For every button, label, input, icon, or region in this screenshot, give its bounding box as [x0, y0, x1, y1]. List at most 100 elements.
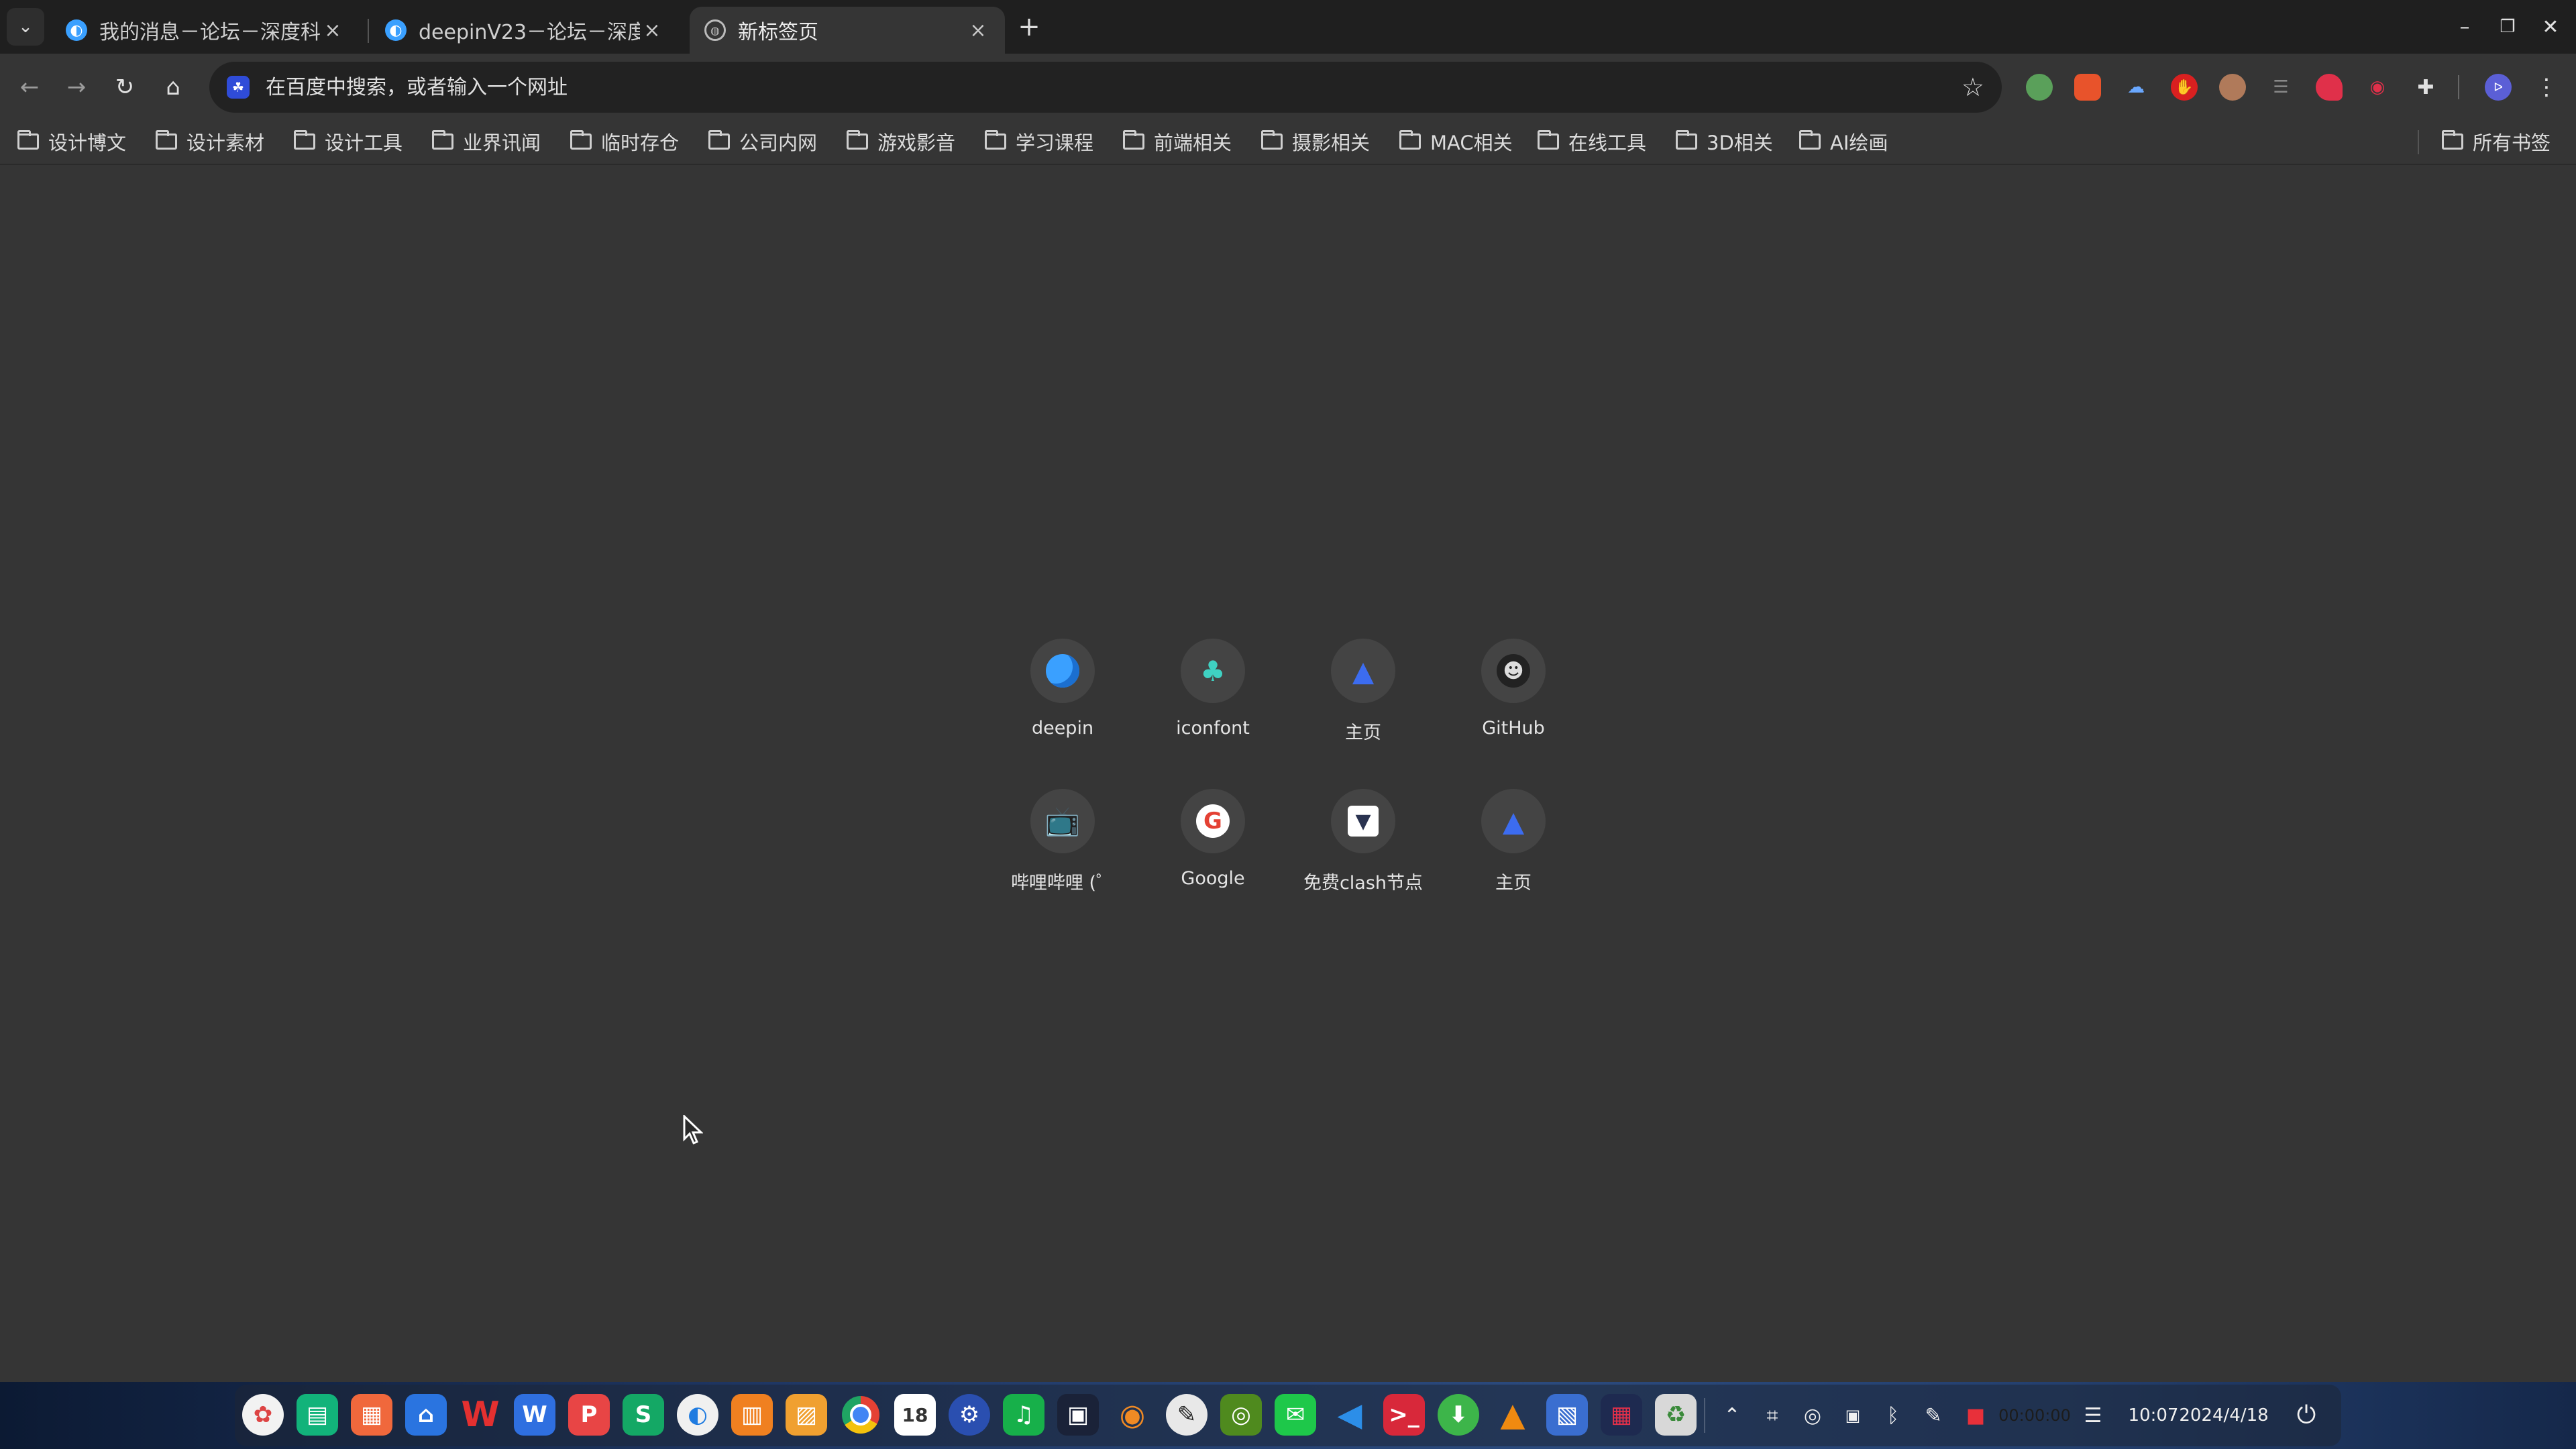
trash-icon[interactable]: ♻ [1655, 1394, 1697, 1436]
extension-cloud-icon[interactable]: ☁ [2123, 74, 2149, 101]
puzzle-icon[interactable]: ✚ [2412, 74, 2439, 101]
extension-green-icon[interactable] [2026, 74, 2053, 101]
shortcut-tile[interactable]: ☻ GitHub [1440, 639, 1587, 780]
nvidia-icon[interactable]: ◎ [1220, 1394, 1262, 1436]
iconfont-icon: ♣ [1181, 639, 1245, 703]
clock-time[interactable]: 10:07 [2127, 1397, 2180, 1434]
home-button[interactable]: ⌂ [154, 68, 192, 106]
app-store-icon[interactable]: ▦ [351, 1394, 392, 1436]
bookmarks-bar: 设计博文 设计素材 设计工具 业界讯闻 临时存仓 公司内网 游戏影音 学习课程 … [0, 121, 2576, 165]
extension-orange-icon[interactable] [2074, 74, 2101, 101]
vlc-icon[interactable]: ▲ [1492, 1394, 1534, 1436]
word-icon[interactable]: W [514, 1394, 555, 1436]
bookmark-folder[interactable]: 3D相关 [1676, 125, 1773, 158]
terminal-icon[interactable]: >_ [1383, 1394, 1425, 1436]
pdf-icon[interactable]: P [568, 1394, 610, 1436]
tab-deepin-v23[interactable]: ◐ deepinV23－论坛－深度 × [370, 7, 679, 54]
vscode-icon[interactable]: ◀ [1329, 1394, 1371, 1436]
extension-cat-icon[interactable]: ◉ [2364, 74, 2391, 101]
bookmark-folder[interactable]: 设计博文 [17, 125, 126, 158]
archive-icon[interactable]: ▥ [731, 1394, 773, 1436]
launcher-icon[interactable]: ✿ [242, 1394, 284, 1436]
blender-icon[interactable]: ◉ [1112, 1394, 1153, 1436]
screenshot-icon[interactable]: ▧ [1546, 1394, 1588, 1436]
reload-button[interactable]: ↻ [106, 68, 144, 106]
clock-date[interactable]: 2024/4/18 [2179, 1397, 2268, 1434]
shortcut-tile[interactable]: deepin [989, 639, 1136, 780]
bookmark-star-icon[interactable]: ☆ [1962, 72, 1984, 102]
wps-icon[interactable]: W [460, 1394, 501, 1436]
bookmark-folder[interactable]: AI绘画 [1799, 125, 1888, 158]
folder-icon [294, 130, 315, 150]
tab-my-messages[interactable]: ◐ 我的消息－论坛－深度科 × [51, 7, 360, 54]
tab-new-tab[interactable]: ◍ 新标签页 × [690, 7, 1005, 54]
pen-icon[interactable]: ✎ [1919, 1397, 1948, 1434]
gpu-icon[interactable]: ▣ [1838, 1397, 1868, 1434]
bookmark-folder[interactable]: 临时存仓 [570, 125, 679, 158]
tab-search-dropdown-button[interactable]: ⌄ [7, 8, 44, 46]
image-viewer-icon[interactable]: ▨ [786, 1394, 827, 1436]
browser-icon[interactable]: ◐ [677, 1394, 718, 1436]
close-icon[interactable]: × [321, 19, 345, 42]
bookmark-folder[interactable]: 公司内网 [708, 125, 817, 158]
bluetooth-icon[interactable]: ᛒ [1878, 1397, 1908, 1434]
inkscape-icon[interactable]: ✎ [1166, 1394, 1208, 1436]
multitask-icon[interactable]: ▦ [1601, 1394, 1642, 1436]
bookmark-folder[interactable]: 业界讯闻 [432, 125, 541, 158]
maximize-button[interactable]: ❐ [2487, 12, 2528, 42]
all-bookmarks-button[interactable]: 所有书签 [2442, 125, 2551, 158]
shortcut-tile[interactable]: G Google [1139, 789, 1287, 930]
bookmark-folder[interactable]: MAC相关 [1399, 125, 1513, 158]
bookmark-folder[interactable]: 游戏影音 [847, 125, 955, 158]
shortcut-tile[interactable]: ▼ 免费clash节点 [1289, 789, 1437, 930]
bookmark-folder[interactable]: 设计工具 [294, 125, 402, 158]
bookmark-folder[interactable]: 在线工具 [1538, 125, 1646, 158]
calendar-icon[interactable]: 18 [894, 1394, 936, 1436]
chevron-up-icon[interactable]: ⌃ [1717, 1397, 1747, 1434]
profile-avatar[interactable]: ᐅ [2485, 74, 2512, 101]
screen-record-icon[interactable]: ■ [1959, 1397, 1992, 1434]
wechat-icon[interactable]: ✉ [1275, 1394, 1316, 1436]
forward-button[interactable]: → [58, 68, 95, 106]
shortcut-tile[interactable]: 📺 哔哩哔哩 (゜ [989, 789, 1136, 930]
close-window-button[interactable]: ✕ [2530, 12, 2571, 42]
control-center-icon[interactable]: ☰ [2078, 1397, 2108, 1434]
download-icon[interactable]: ⬇ [1438, 1394, 1479, 1436]
file-manager-icon[interactable]: ▤ [297, 1394, 338, 1436]
bookmark-folder[interactable]: 前端相关 [1123, 125, 1232, 158]
music-icon[interactable]: ♫ [1003, 1394, 1044, 1436]
extension-rss-icon[interactable]: ☰ [2267, 74, 2294, 101]
shortcut-tile[interactable]: ▲ 主页 [1440, 789, 1587, 930]
deepin-icon: ◐ [385, 19, 407, 41]
extension-pocket-icon[interactable] [2316, 74, 2343, 101]
shortcut-tile[interactable]: ▲ 主页 [1289, 639, 1437, 780]
new-tab-button[interactable]: + [1010, 8, 1048, 46]
keyboard-icon[interactable]: ⌗ [1758, 1397, 1787, 1434]
store-icon[interactable]: ⌂ [405, 1394, 447, 1436]
shortcut-label: 主页 [1345, 722, 1381, 743]
folder-icon [847, 130, 868, 150]
bookmark-folder[interactable]: 摄影相关 [1261, 125, 1370, 158]
folder-icon [1123, 130, 1144, 150]
power-icon[interactable]: ⏻ [2288, 1397, 2325, 1434]
menu-icon[interactable]: ⋮ [2533, 74, 2560, 101]
bookmark-folder[interactable]: 学习课程 [985, 125, 1093, 158]
baidu-icon: ☘ [227, 76, 250, 99]
globe-icon: ◍ [704, 19, 726, 41]
address-input[interactable] [264, 74, 1962, 100]
settings-icon[interactable]: ⚙ [949, 1394, 990, 1436]
bookmark-folder[interactable]: 设计素材 [156, 125, 264, 158]
extension-adblock-icon[interactable]: ✋ [2171, 74, 2198, 101]
close-icon[interactable]: × [966, 19, 990, 42]
omnibox[interactable]: ☘ ☆ [209, 62, 2002, 113]
spreadsheet-icon[interactable]: S [623, 1394, 664, 1436]
minimize-button[interactable]: – [2445, 12, 2485, 42]
network-icon[interactable]: ◎ [1798, 1397, 1827, 1434]
extension-avatar-icon[interactable] [2219, 74, 2246, 101]
back-button[interactable]: ← [11, 68, 48, 106]
shortcut-label: 免费clash节点 [1303, 873, 1424, 894]
close-icon[interactable]: × [640, 19, 664, 42]
shortcut-tile[interactable]: ♣ iconfont [1139, 639, 1287, 780]
game-icon[interactable]: ▣ [1057, 1394, 1099, 1436]
chrome-icon[interactable] [840, 1394, 881, 1436]
